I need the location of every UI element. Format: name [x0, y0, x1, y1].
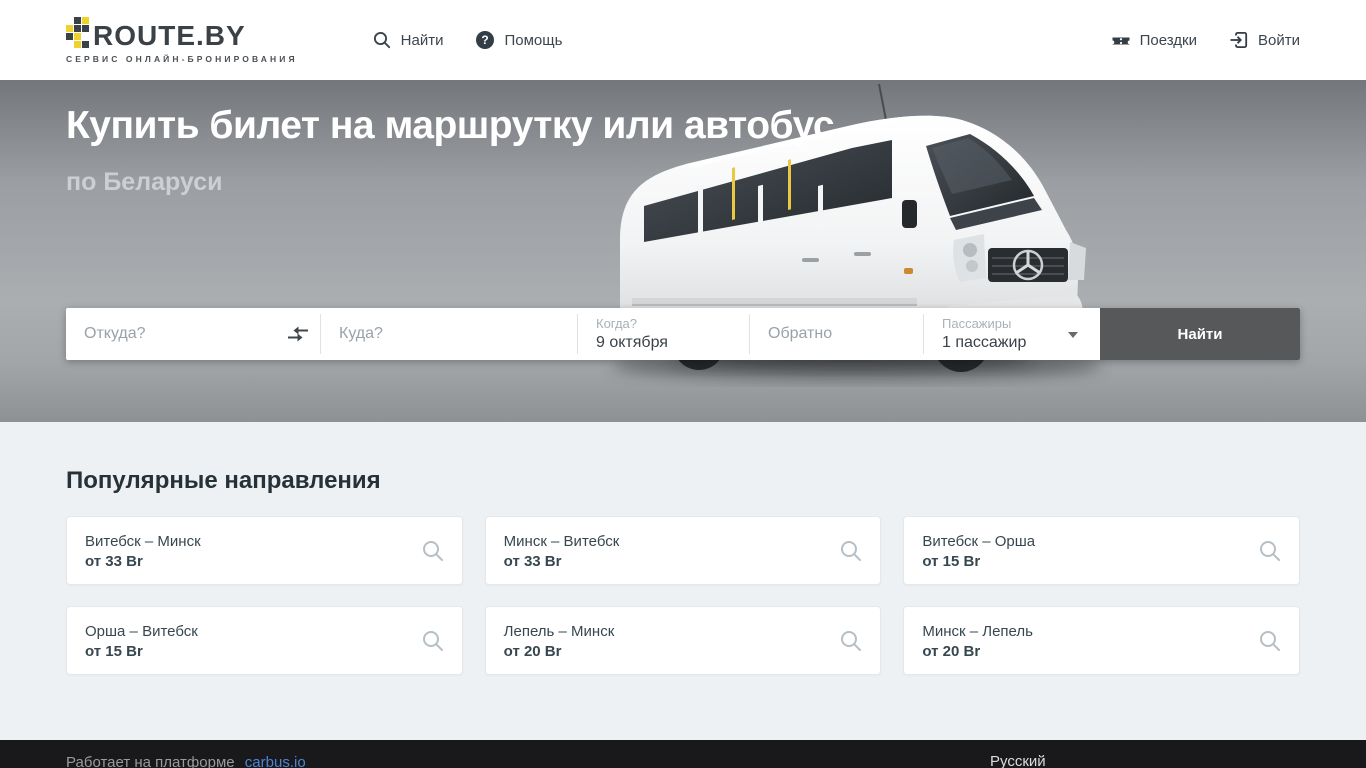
footer: Работает на платформе carbus.io Русский [0, 740, 1366, 768]
chevron-down-icon [1068, 332, 1078, 338]
route-card[interactable]: Орша – Витебск от 15 Br [66, 606, 463, 675]
route-name: Лепель – Минск [503, 623, 615, 640]
nav-label: Помощь [504, 31, 563, 49]
from-input[interactable] [66, 308, 320, 360]
route-name: Минск – Витебск [503, 533, 620, 550]
header: ROUTE.BY СЕРВИС ОНЛАЙН-БРОНИРОВАНИЯ Найт… [0, 0, 1366, 80]
logo-tagline: СЕРВИС ОНЛАЙН-БРОНИРОВАНИЯ [66, 53, 298, 64]
nav-item-trips[interactable]: Поездки [1111, 30, 1197, 50]
route-name: Витебск – Орша [922, 533, 1036, 550]
return-input[interactable] [750, 308, 923, 360]
route-card[interactable]: Витебск – Орша от 15 Br [903, 516, 1300, 585]
to-input[interactable] [321, 308, 577, 360]
search-submit-button[interactable]: Найти [1100, 308, 1300, 360]
nav-item-help[interactable]: ? Помощь [475, 30, 562, 50]
search-icon [373, 31, 390, 49]
magnifier-icon [841, 541, 862, 561]
logo[interactable]: ROUTE.BY СЕРВИС ОНЛАЙН-БРОНИРОВАНИЯ [66, 16, 298, 64]
route-card[interactable]: Минск – Лепель от 20 Br [903, 606, 1300, 675]
route-price: от 33 Br [85, 553, 143, 570]
date-label: Когда? [596, 315, 638, 331]
route-price: от 20 Br [922, 643, 981, 660]
date-value: 9 октября [596, 333, 668, 351]
route-price: от 20 Br [503, 643, 562, 660]
popular-routes-section: Популярные направления Витебск – Минск о… [0, 422, 1366, 740]
route-card[interactable]: Минск – Витебск от 33 Br [484, 516, 882, 585]
hero-banner: Купить билет на маршрутку или автобус по… [0, 80, 1366, 422]
route-name: Минск – Лепель [922, 623, 1033, 640]
passengers-label: Пассажиры [942, 315, 1012, 331]
route-price: от 15 Br [922, 553, 981, 570]
hero-title: Купить билет на маршрутку или автобус [66, 104, 835, 147]
ticket-icon [1112, 37, 1130, 45]
nav-label: Поездки [1139, 31, 1198, 49]
date-field[interactable]: Когда? 9 октября [578, 308, 749, 360]
route-price: от 33 Br [503, 553, 562, 570]
nav-item-login[interactable]: Войти [1229, 30, 1300, 50]
route-card[interactable]: Витебск – Минск от 33 Br [66, 516, 463, 585]
magnifier-icon [422, 541, 443, 561]
language-selector[interactable]: Русский [990, 753, 1046, 768]
help-icon: ? [476, 31, 495, 49]
magnifier-icon [841, 631, 862, 651]
magnifier-icon [1259, 541, 1280, 561]
svg-text:?: ? [482, 33, 489, 47]
swap-directions-icon[interactable] [286, 324, 310, 344]
platform-text: Работает на платформе [66, 754, 235, 768]
nav-item-find[interactable]: Найти [372, 30, 444, 50]
nav-label: Найти [400, 31, 444, 49]
route-price: от 15 Br [85, 643, 143, 660]
route-name: Витебск – Минск [85, 533, 201, 550]
nav-right: Поездки Войти [1111, 30, 1300, 50]
logo-pixel-mark-icon [66, 16, 89, 48]
magnifier-icon [1259, 631, 1280, 651]
from-field [66, 308, 320, 360]
route-cards-grid: Витебск – Минск от 33 Br Минск – Витебск… [66, 516, 1300, 675]
passengers-field[interactable]: Пассажиры 1 пассажир [924, 308, 1100, 360]
login-icon [1230, 32, 1248, 48]
route-name: Орша – Витебск [85, 623, 198, 640]
section-heading: Популярные направления [66, 467, 381, 494]
logo-text: ROUTE.BY [93, 19, 246, 51]
route-card[interactable]: Лепель – Минск от 20 Br [484, 606, 882, 675]
search-form: Когда? 9 октября Пассажиры 1 пассажир На… [66, 308, 1300, 360]
nav-left: Найти ? Помощь [372, 30, 562, 50]
return-field [750, 308, 923, 360]
carbus-link[interactable]: carbus.io [245, 754, 306, 768]
nav-label: Войти [1258, 31, 1300, 49]
magnifier-icon [422, 631, 443, 651]
hero-subtitle: по Беларуси [66, 168, 223, 196]
to-field [321, 308, 577, 360]
